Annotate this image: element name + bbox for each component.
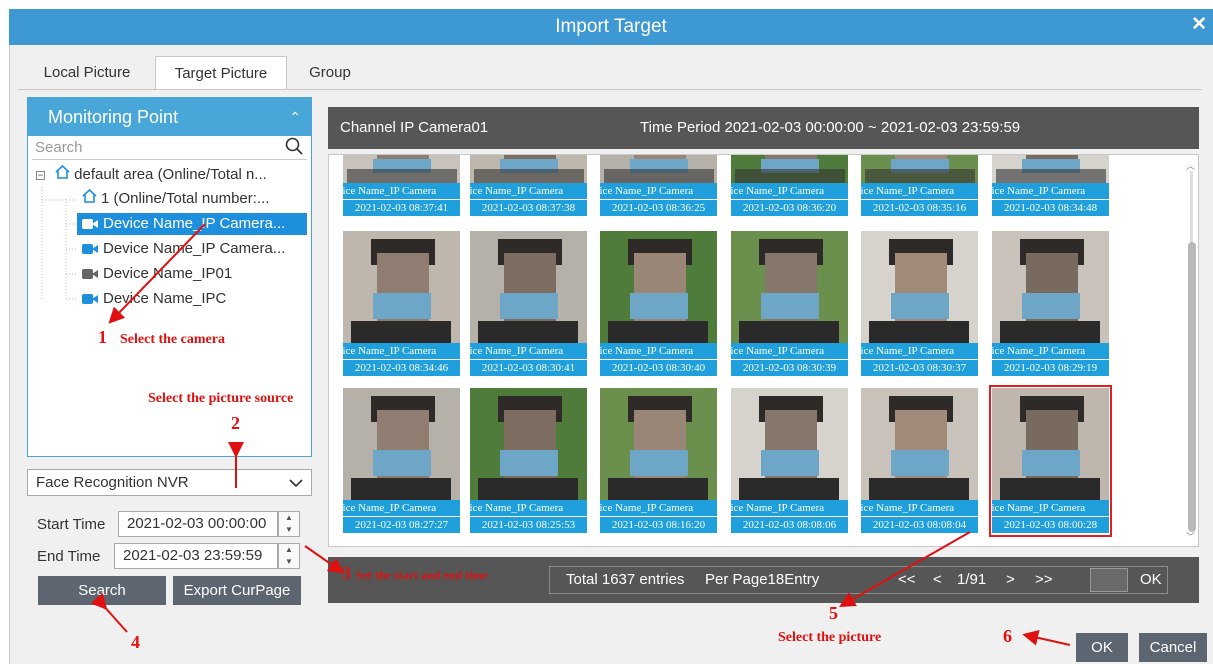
arrow-1 <box>108 223 206 324</box>
arrow-3 <box>304 545 345 574</box>
arrow-6 <box>1022 629 1071 646</box>
annotation-arrows <box>90 223 1071 646</box>
arrow-4 <box>90 592 128 633</box>
arrow-5 <box>839 531 971 607</box>
